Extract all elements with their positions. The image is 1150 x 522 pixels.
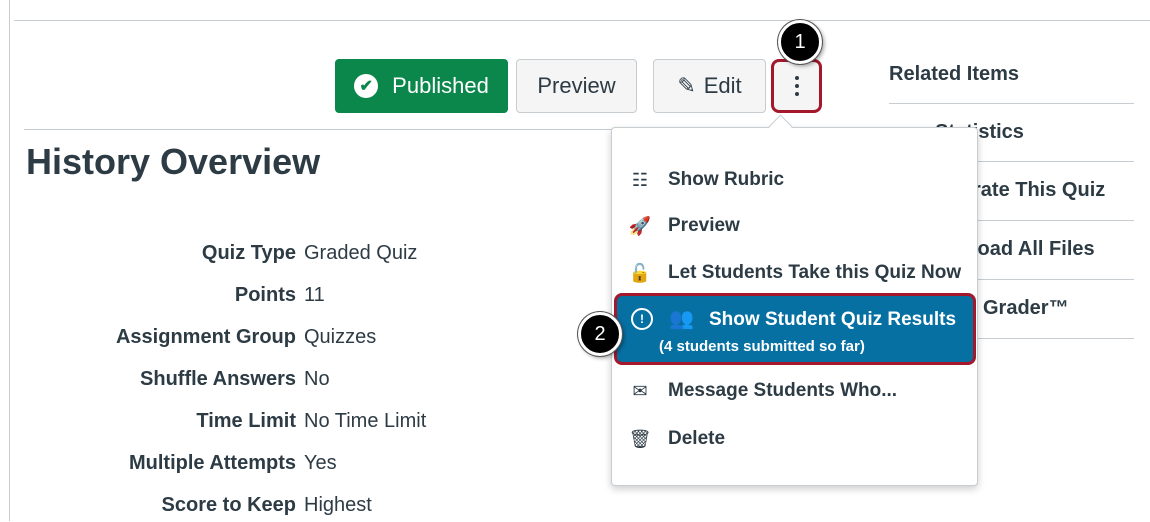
menu-item-sublabel: (4 students submitted so far): [659, 338, 865, 355]
related-items-title: Related Items: [889, 63, 1020, 85]
menu-item-label: Delete: [668, 428, 726, 449]
detail-value: Yes: [304, 452, 337, 474]
menu-item-label: Message Students Who...: [668, 380, 898, 401]
related-item-label: Grader™: [983, 297, 1069, 319]
detail-label: Points: [234, 284, 296, 306]
users-icon: 👥: [669, 308, 694, 330]
trash-icon: 🗑: [628, 428, 652, 449]
detail-row: Points 11: [0, 284, 620, 312]
detail-row: Time Limit No Time Limit: [0, 410, 620, 438]
detail-value: Quizzes: [304, 326, 377, 348]
detail-label: Shuffle Answers: [140, 368, 296, 390]
menu-item-label: Show Rubric: [668, 169, 785, 190]
detail-label: Assignment Group: [115, 326, 296, 348]
callout-1: 1: [778, 20, 822, 64]
header-divider: [24, 129, 614, 130]
menu-item-delete[interactable]: 🗑 Delete: [626, 419, 725, 459]
pencil-icon: ✎: [677, 73, 696, 98]
alert-circle-icon: !: [631, 308, 653, 330]
rubric-icon: ☷: [631, 169, 649, 190]
menu-item-label: Let Students Take this Quiz Now: [668, 262, 962, 283]
published-button[interactable]: ✔ Published: [335, 59, 508, 113]
menu-item-let-students-take[interactable]: 🔓 Let Students Take this Quiz Now: [626, 253, 961, 293]
detail-label: Quiz Type: [201, 242, 296, 264]
published-label: Published: [392, 73, 489, 98]
envelope-icon: ✉: [632, 380, 648, 401]
related-item-label: load All Files: [972, 238, 1095, 260]
detail-row: Quiz Type Graded Quiz: [0, 242, 620, 270]
check-circle-icon: ✔: [354, 74, 379, 98]
detail-row: Score to Keep Highest: [0, 494, 620, 522]
menu-item-show-student-quiz-results[interactable]: ! 👥 Show Student Quiz Results (4 student…: [614, 293, 976, 365]
menu-item-label: Preview: [668, 215, 740, 236]
detail-row: Assignment Group Quizzes: [0, 326, 620, 354]
top-border: [14, 20, 1150, 21]
detail-label: Time Limit: [196, 410, 296, 432]
rocket-icon: 🚀: [628, 215, 652, 236]
edit-label: Edit: [703, 73, 742, 98]
detail-value: No: [304, 368, 330, 390]
detail-value: No Time Limit: [304, 410, 427, 432]
detail-label: Multiple Attempts: [128, 452, 296, 474]
unlock-icon: 🔓: [628, 262, 652, 283]
more-options-button[interactable]: [771, 59, 822, 113]
detail-label: Score to Keep: [161, 494, 296, 516]
related-item-label: rate This Quiz: [973, 179, 1106, 201]
menu-item-show-rubric[interactable]: ☷ Show Rubric: [626, 160, 784, 200]
menu-item-label: Show Student Quiz Results: [709, 309, 957, 330]
edit-button[interactable]: ✎ Edit: [653, 59, 766, 113]
detail-value: Graded Quiz: [304, 242, 418, 264]
menu-item-message-students[interactable]: ✉ Message Students Who...: [626, 371, 897, 411]
preview-button[interactable]: Preview: [516, 59, 637, 113]
kebab-icon: [794, 76, 799, 96]
detail-value: 11: [304, 284, 325, 306]
menu-item-preview[interactable]: 🚀 Preview: [626, 206, 740, 246]
detail-row: Multiple Attempts Yes: [0, 452, 620, 480]
detail-value: Highest: [304, 494, 372, 516]
detail-row: Shuffle Answers No: [0, 368, 620, 396]
page-title: History Overview: [26, 141, 321, 182]
preview-label: Preview: [537, 73, 616, 98]
callout-2: 2: [578, 312, 622, 356]
